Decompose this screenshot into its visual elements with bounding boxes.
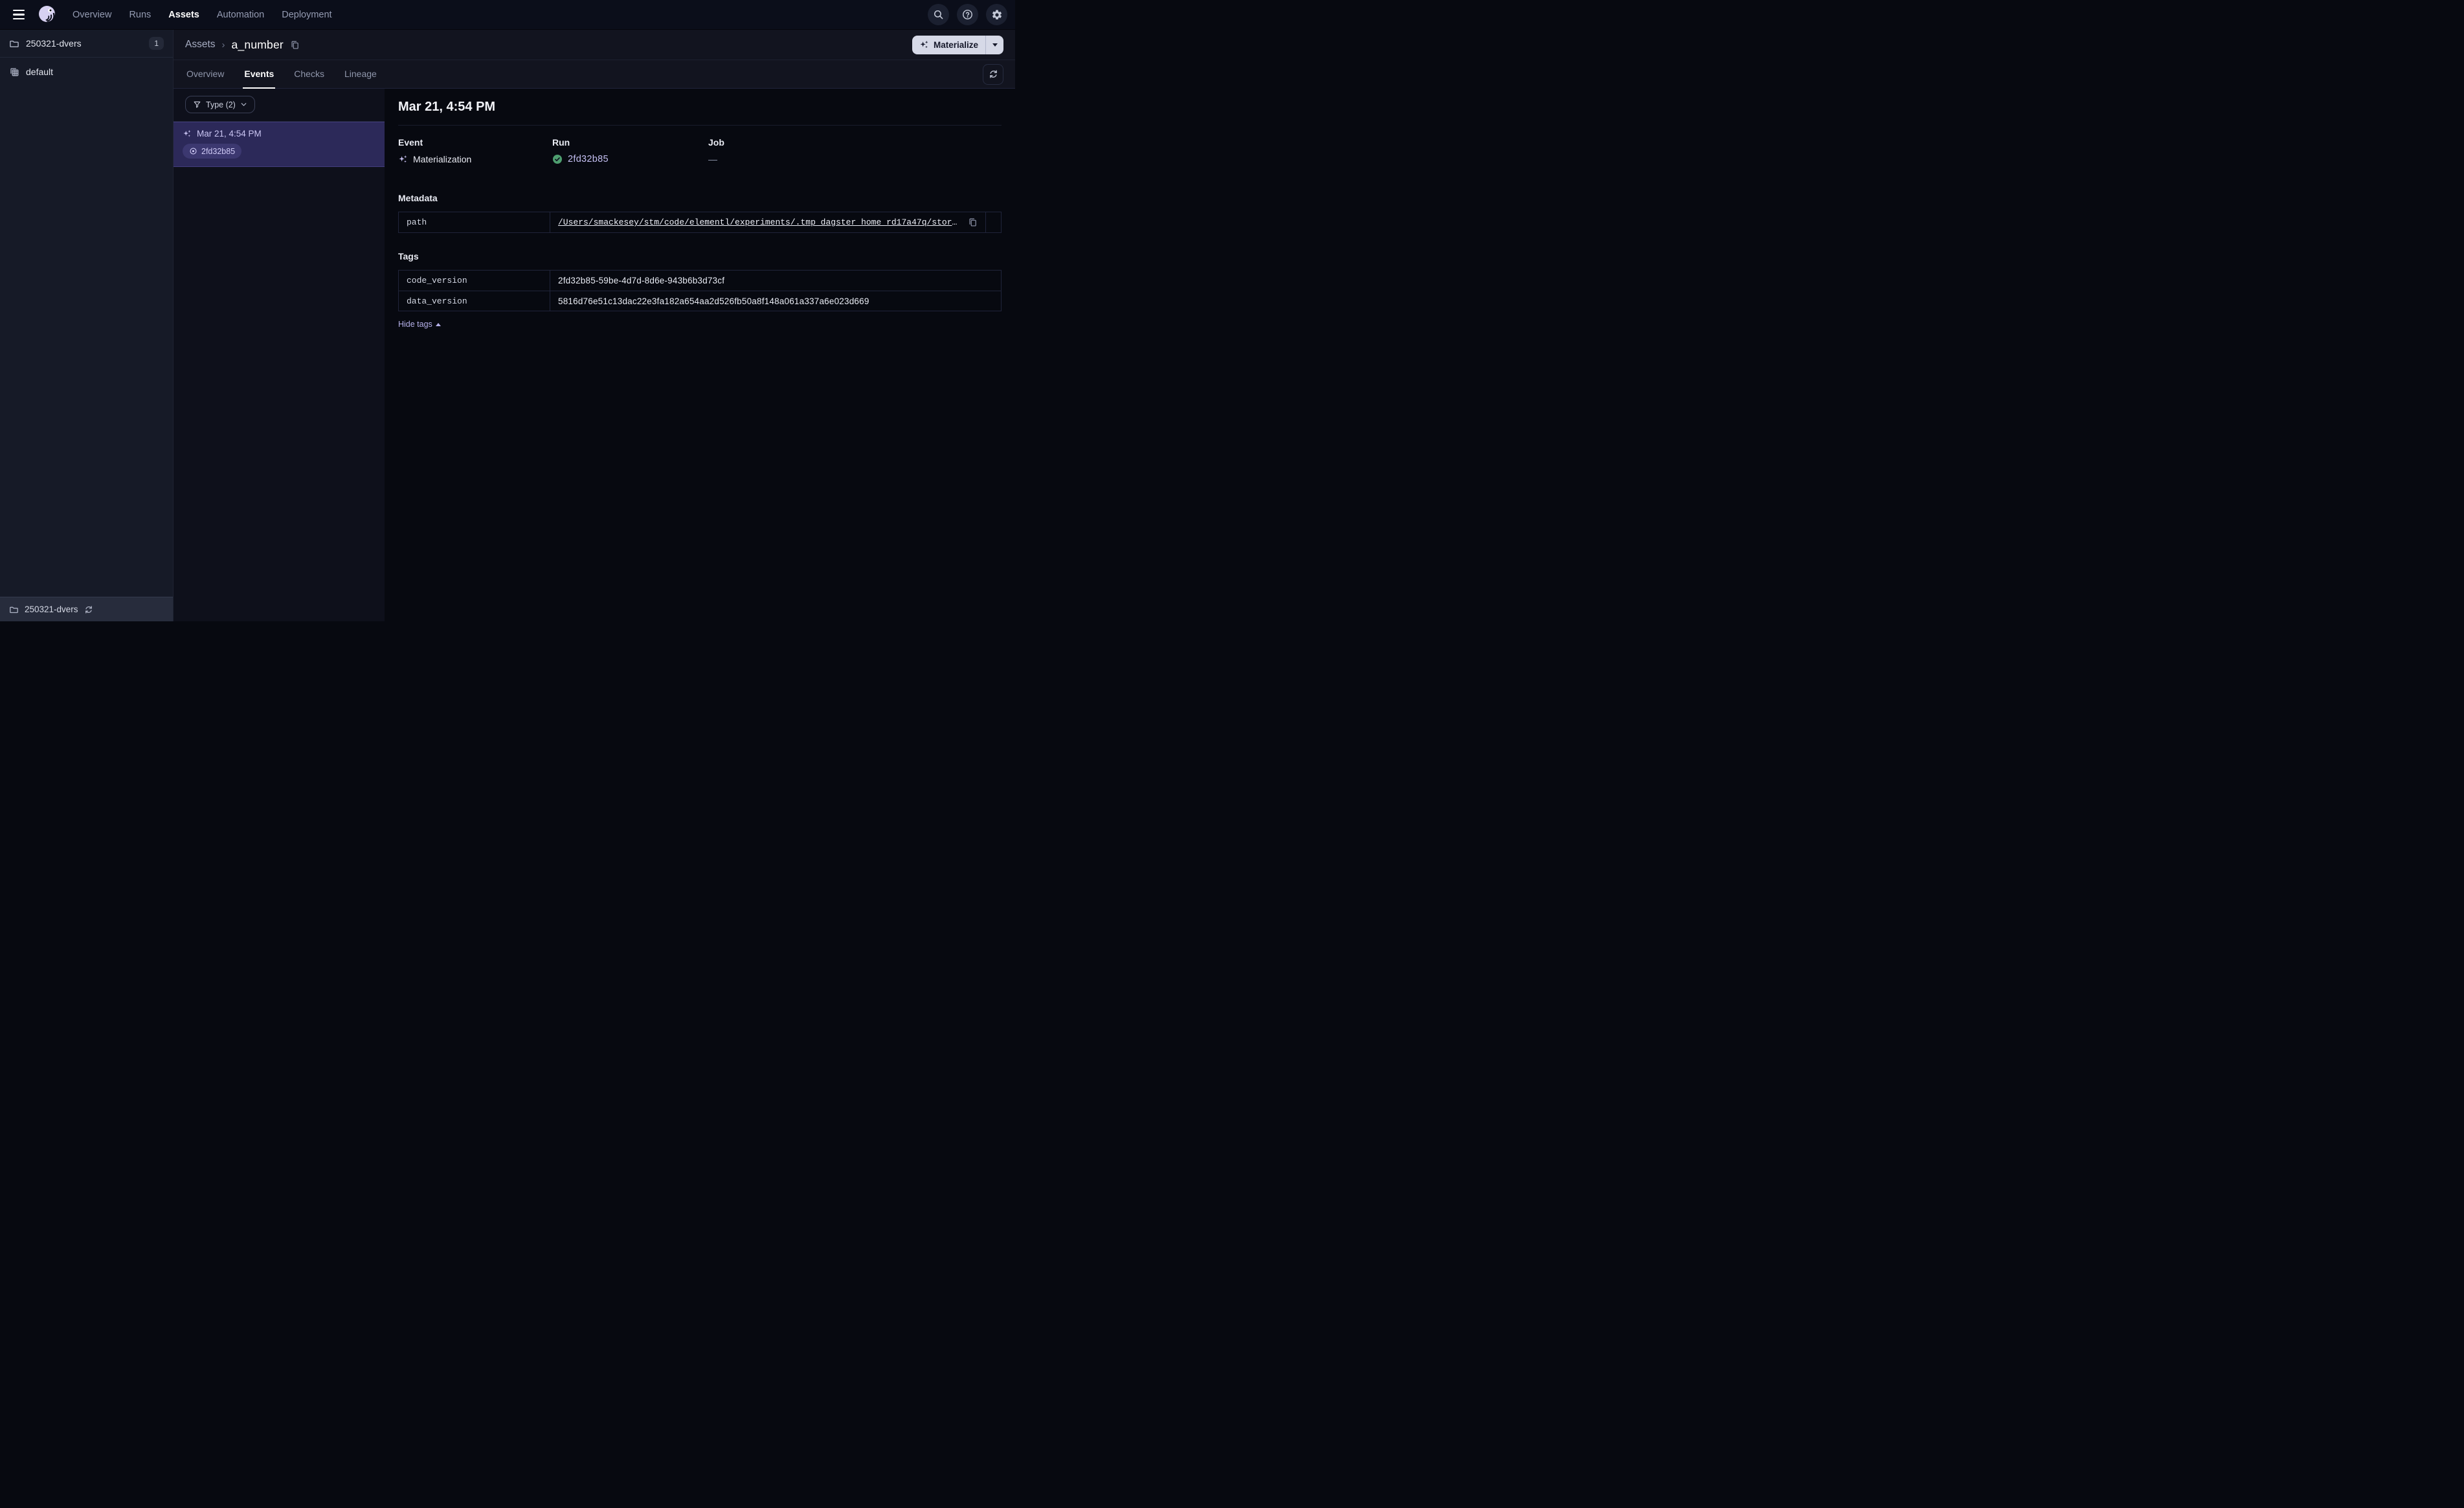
sidebar-item-code-location[interactable]: 250321-dvers 1 (0, 30, 173, 58)
tag-value: 2fd32b85-59be-4d7d-8d6e-943b6b3d73cf (558, 276, 725, 285)
primary-nav: Overview Runs Assets Automation Deployme… (73, 10, 332, 20)
materialize-sparkle-icon (919, 40, 929, 50)
job-column-header: Job (708, 137, 724, 148)
filter-funnel-icon (193, 100, 201, 109)
tab-overview[interactable]: Overview (185, 69, 225, 88)
event-list-item-selected[interactable]: Mar 21, 4:54 PM 2fd32b85 (174, 122, 385, 167)
event-type-value: Materialization (413, 154, 472, 164)
help-icon[interactable] (957, 4, 978, 25)
materialization-sparkle-icon (183, 129, 192, 139)
nav-item-automation[interactable]: Automation (217, 10, 264, 20)
breadcrumb: Assets › a_number Materialize (174, 30, 1015, 60)
run-status-icon (189, 147, 197, 155)
settings-gear-icon[interactable] (986, 4, 1007, 25)
type-filter-label: Type (2) (206, 100, 236, 109)
run-id-link[interactable]: 2fd32b85 (568, 154, 609, 164)
tab-lineage[interactable]: Lineage (343, 69, 378, 88)
asset-tabs: Overview Events Checks Lineage (174, 60, 1015, 89)
events-list-panel: Type (2) Mar 21, 4:54 PM 2fd32b85 (174, 89, 385, 621)
menu-icon[interactable] (8, 4, 30, 26)
asset-sidebar: 250321-dvers 1 default 250321-dvers (0, 30, 174, 621)
reload-location-icon[interactable] (84, 605, 93, 614)
breadcrumb-chevron: › (221, 39, 225, 50)
nav-item-overview[interactable]: Overview (73, 10, 111, 20)
refresh-events-button[interactable] (983, 63, 1003, 85)
dagster-logo-icon[interactable] (36, 4, 58, 26)
tags-table: code_version 2fd32b85-59be-4d7d-8d6e-943… (398, 270, 1002, 311)
search-icon[interactable] (928, 4, 949, 25)
caret-down-icon (992, 43, 998, 47)
event-summary-columns: Event Materialization Run 2fd32b85 Job — (398, 137, 1002, 164)
run-success-check-icon (552, 154, 563, 164)
materialize-split-button: Materialize (912, 35, 1003, 54)
type-filter-button[interactable]: Type (2) (185, 96, 255, 113)
tags-heading: Tags (398, 251, 419, 261)
tag-value: 5816d76e51c13dac22e3fa182a654aa2d526fb50… (558, 296, 869, 306)
app-root: Overview Runs Assets Automation Deployme… (0, 0, 1015, 621)
event-detail-panel: Mar 21, 4:54 PM Event Materialization Ru… (385, 89, 1015, 621)
sidebar-item-label: default (26, 66, 54, 77)
run-id-label: 2fd32b85 (201, 146, 236, 156)
tag-key: data_version (399, 291, 550, 311)
tag-key: code_version (399, 271, 550, 291)
job-value: — (708, 154, 717, 164)
chevron-down-icon (240, 101, 247, 108)
metadata-table: path /Users/smackesey/stm/code/elementl/… (398, 212, 1002, 233)
table-row: path /Users/smackesey/stm/code/elementl/… (399, 212, 1001, 232)
caret-up-icon (435, 322, 441, 326)
event-detail-title: Mar 21, 4:54 PM (398, 100, 496, 114)
events-filter-row: Type (2) (174, 89, 385, 122)
metadata-heading: Metadata (398, 193, 438, 203)
metadata-key: path (399, 212, 550, 232)
asset-group-icon (9, 67, 19, 77)
event-timestamp: Mar 21, 4:54 PM (197, 129, 262, 139)
materialization-sparkle-icon (398, 155, 408, 164)
asset-page-header: Assets › a_number Materialize Overview E… (174, 30, 1015, 89)
metadata-section: Metadata path /Users/smackesey/stm/code/… (398, 193, 1002, 233)
nav-item-assets[interactable]: Assets (168, 10, 199, 20)
folder-icon (9, 38, 19, 49)
sidebar-item-default-group[interactable]: default (0, 58, 173, 85)
copy-asset-name-icon[interactable] (290, 40, 300, 50)
run-column-header: Run (552, 137, 570, 148)
materialize-label: Materialize (933, 39, 978, 50)
materialize-button[interactable]: Materialize (912, 36, 985, 54)
hide-tags-link[interactable]: Hide tags (398, 320, 441, 329)
tags-section: Tags code_version 2fd32b85-59be-4d7d-8d6… (398, 251, 1002, 330)
hide-tags-label: Hide tags (398, 320, 432, 329)
event-column-header: Event (398, 137, 423, 148)
nav-item-runs[interactable]: Runs (129, 10, 151, 20)
sidebar-group-label: 250321-dvers (26, 38, 82, 49)
page-title: a_number (231, 38, 284, 51)
metadata-path-link[interactable]: /Users/smackesey/stm/code/elementl/exper… (558, 217, 962, 227)
copy-path-icon[interactable] (968, 217, 978, 227)
detail-divider (398, 125, 1002, 126)
materialize-dropdown-button[interactable] (986, 36, 1003, 54)
nav-item-deployment[interactable]: Deployment (282, 10, 331, 20)
top-nav-actions (928, 4, 1007, 25)
footer-location-label: 250321-dvers (25, 604, 78, 614)
metadata-row-action-cell (985, 212, 1001, 232)
breadcrumb-assets-link[interactable]: Assets (185, 39, 216, 50)
folder-icon (9, 604, 19, 614)
top-nav: Overview Runs Assets Automation Deployme… (0, 0, 1015, 30)
code-location-footer[interactable]: 250321-dvers (0, 597, 173, 621)
asset-count-badge: 1 (149, 37, 164, 50)
tab-events[interactable]: Events (243, 69, 276, 89)
run-id-pill[interactable]: 2fd32b85 (183, 144, 242, 159)
tab-checks[interactable]: Checks (293, 69, 326, 88)
table-row: code_version 2fd32b85-59be-4d7d-8d6e-943… (399, 271, 1001, 291)
table-row: data_version 5816d76e51c13dac22e3fa182a6… (399, 291, 1001, 311)
